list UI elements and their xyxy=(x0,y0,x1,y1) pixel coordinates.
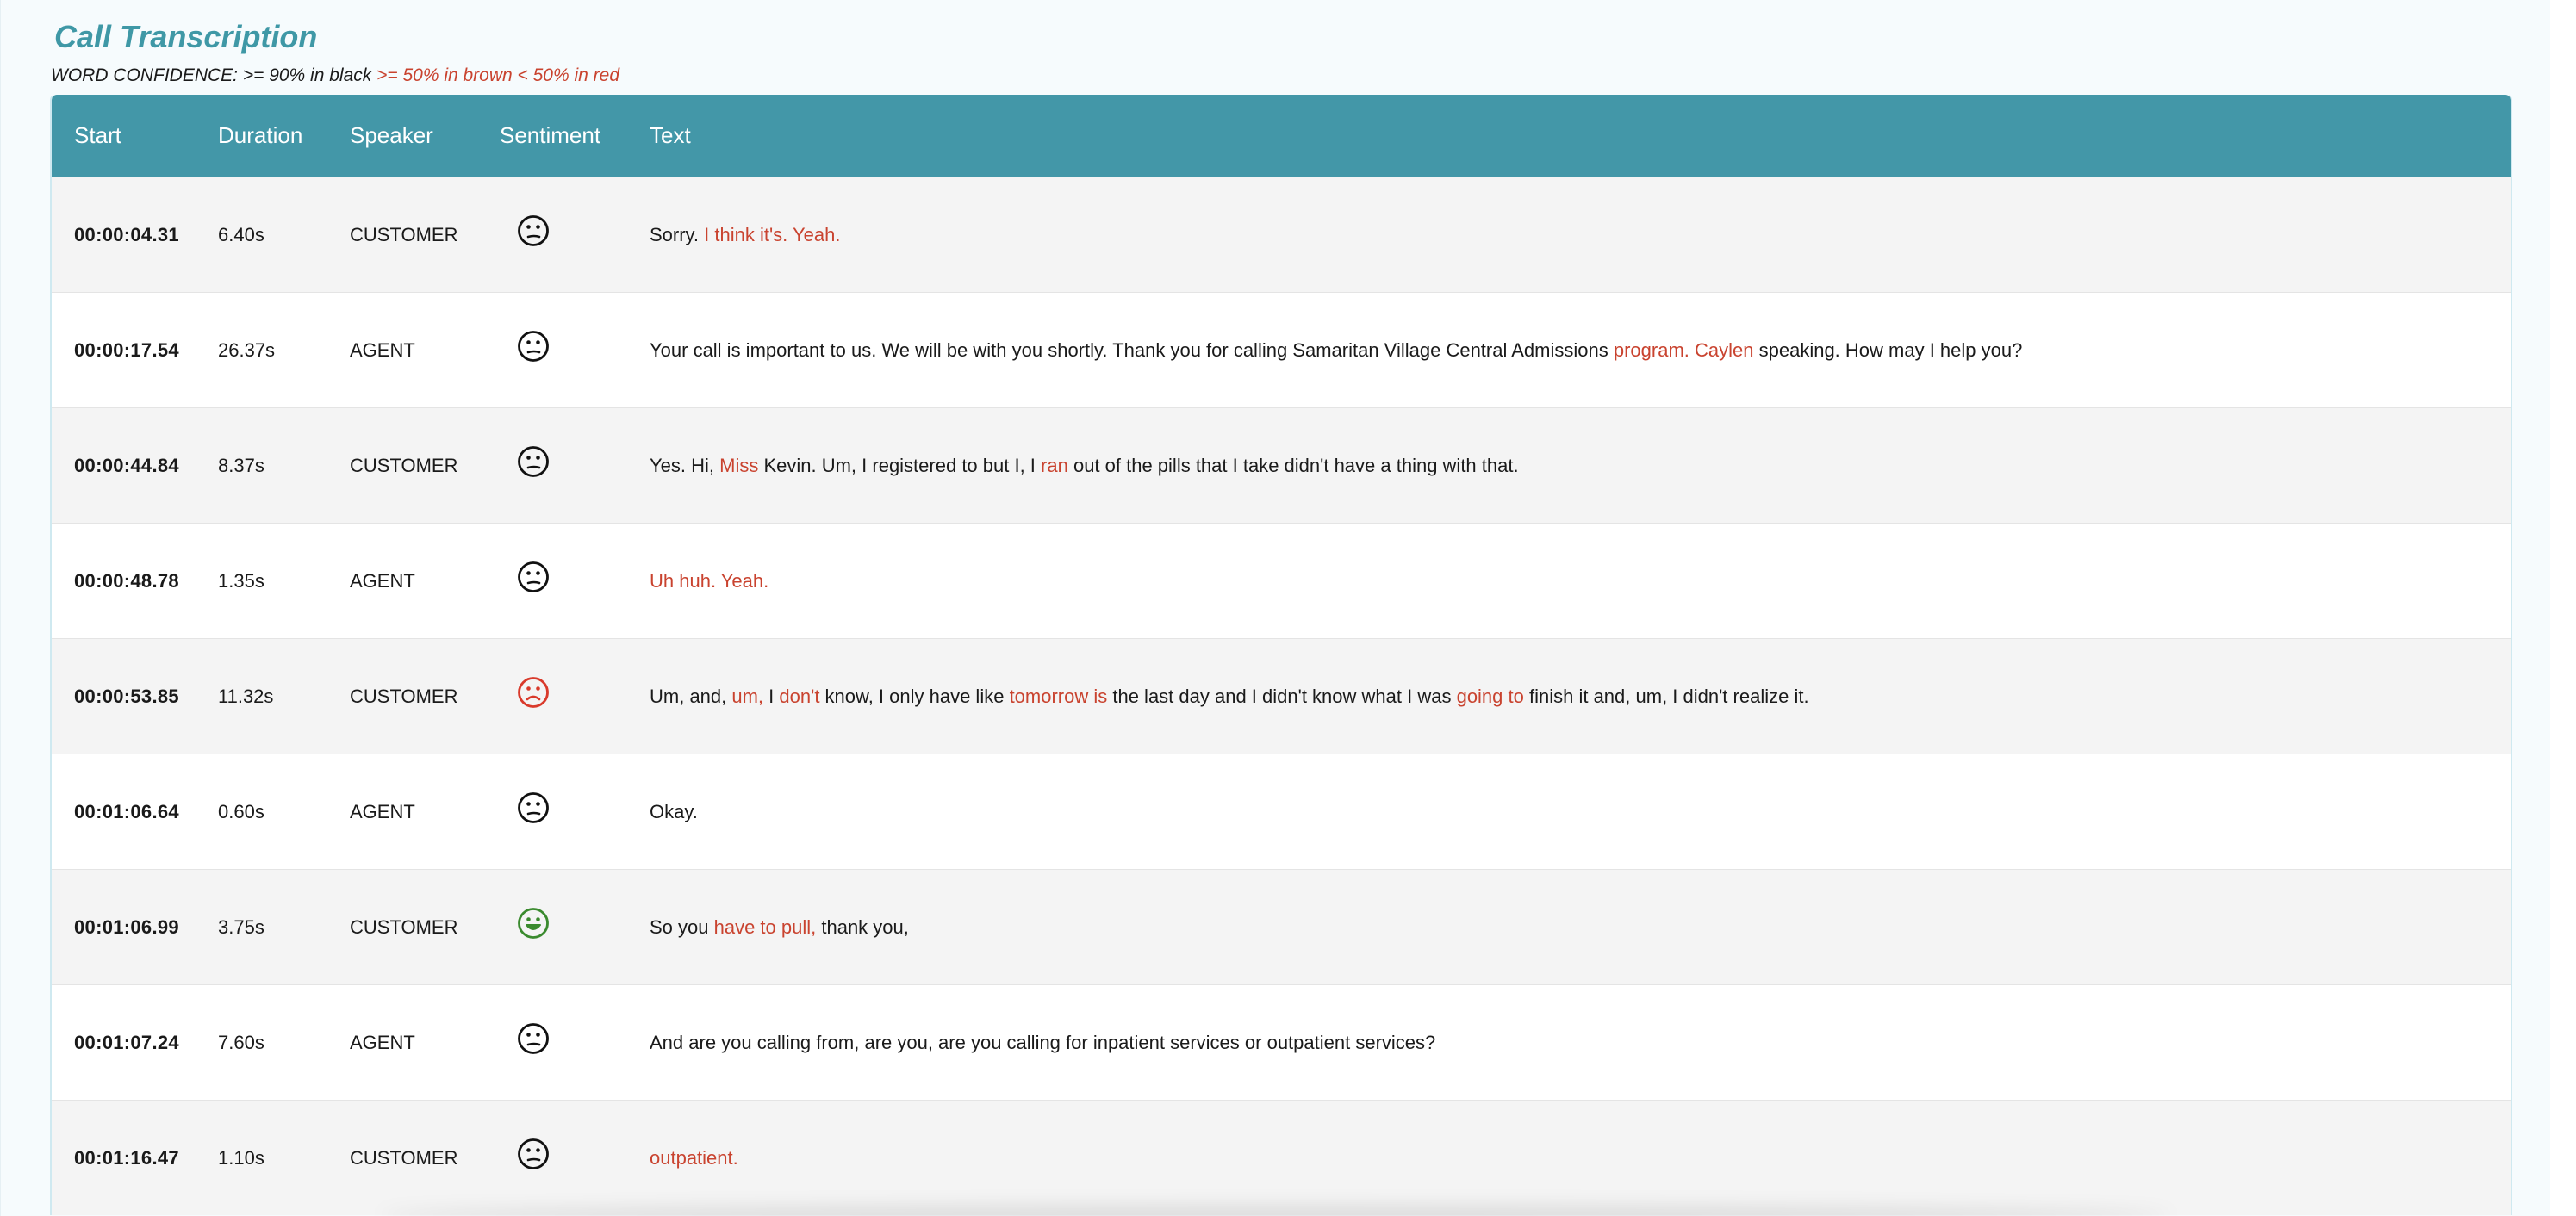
table-row[interactable]: 00:00:17.54 26.37s AGENT Your call is impor… xyxy=(52,292,2511,407)
transcript-text: Sorry. I think it's. Yeah. xyxy=(650,224,2511,246)
table-header: Start Duration Speaker Sentiment Text xyxy=(52,95,2511,177)
transcript-text: Your call is important to us. We will be… xyxy=(650,339,2511,362)
high-confidence-words: the last day and I didn't know what I wa… xyxy=(1107,685,1457,707)
table-row[interactable]: 00:01:07.24 7.60s AGENT And are you calling… xyxy=(52,984,2511,1100)
start-time: 00:01:07.24 xyxy=(74,1031,179,1053)
neutral-face-icon xyxy=(500,330,650,363)
low-confidence-words: outpatient. xyxy=(650,1146,738,1169)
low-confidence-words: um, xyxy=(731,685,764,707)
speaker: CUSTOMER xyxy=(350,454,458,476)
neutral-face-icon xyxy=(500,1138,650,1170)
low-confidence-words: I think it's. Yeah. xyxy=(704,223,841,245)
transcript-table: Start Duration Speaker Sentiment Text 00… xyxy=(50,95,2512,1215)
low-confidence-words: Uh huh. Yeah. xyxy=(650,569,769,592)
high-confidence-words: So you xyxy=(650,915,714,938)
transcription-page: Call Transcription WORD CONFIDENCE: >= 9… xyxy=(0,0,2550,1216)
table-row[interactable]: 00:01:06.64 0.60s AGENT Okay. xyxy=(52,754,2511,869)
table-row[interactable]: 00:00:44.84 8.37s CUSTOMER Yes. Hi, Miss Ke… xyxy=(52,407,2511,523)
start-time: 00:00:44.84 xyxy=(74,454,179,476)
high-confidence-words: out of the pills that I take didn't have… xyxy=(1067,454,1519,476)
duration: 8.37s xyxy=(218,454,264,476)
start-time: 00:00:17.54 xyxy=(74,338,179,361)
column-header-sentiment[interactable]: Sentiment xyxy=(500,122,650,149)
duration: 0.60s xyxy=(218,800,264,822)
duration: 11.32s xyxy=(218,685,274,707)
page-title: Call Transcription xyxy=(54,19,318,54)
high-confidence-words: I xyxy=(763,685,780,707)
low-confidence-words: program. Caylen xyxy=(1613,338,1754,361)
table-row[interactable]: 00:01:16.47 1.10s CUSTOMER outpatient. xyxy=(52,1100,2511,1215)
transcript-text: So you have to pull, thank you, xyxy=(650,916,2511,939)
table-body: 00:00:04.31 6.40s CUSTOMER Sorry. I think i… xyxy=(52,177,2511,1215)
table-row[interactable]: 00:00:53.85 11.32s CUSTOMER Um, and, um, I … xyxy=(52,638,2511,754)
high-confidence-words: Kevin. Um, I registered to but I, I xyxy=(758,454,1042,476)
duration: 6.40s xyxy=(218,223,264,245)
low-confidence-words: going to xyxy=(1456,685,1524,707)
start-time: 00:01:06.99 xyxy=(74,915,179,938)
column-header-start[interactable]: Start xyxy=(52,122,218,149)
start-time: 00:00:48.78 xyxy=(74,569,179,592)
neutral-face-icon xyxy=(500,445,650,478)
speaker: CUSTOMER xyxy=(350,915,458,938)
transcript-text: Uh huh. Yeah. xyxy=(650,570,2511,592)
high-confidence-words: Okay. xyxy=(650,800,698,822)
column-header-duration[interactable]: Duration xyxy=(218,122,350,149)
high-confidence-words: Yes. Hi, xyxy=(650,454,720,476)
low-confidence-words: Miss xyxy=(719,454,759,476)
high-confidence-words: Your call is important to us. We will be… xyxy=(650,338,1614,361)
speaker: AGENT xyxy=(350,338,415,361)
speaker: AGENT xyxy=(350,569,415,592)
column-header-speaker[interactable]: Speaker xyxy=(350,122,500,149)
speaker: CUSTOMER xyxy=(350,1146,458,1169)
high-confidence-words: know, I only have like xyxy=(819,685,1010,707)
speaker: CUSTOMER xyxy=(350,685,458,707)
column-header-text[interactable]: Text xyxy=(650,122,2511,149)
table-row[interactable]: 00:00:04.31 6.40s CUSTOMER Sorry. I think i… xyxy=(52,177,2511,292)
neutral-face-icon xyxy=(500,1022,650,1055)
high-confidence-words: speaking. How may I help you? xyxy=(1753,338,2023,361)
speaker: CUSTOMER xyxy=(350,223,458,245)
legend-low: >= 50% in brown < 50% in red xyxy=(376,65,620,85)
start-time: 00:00:04.31 xyxy=(74,223,179,245)
neutral-face-icon xyxy=(500,791,650,824)
speaker: AGENT xyxy=(350,800,415,822)
duration: 1.35s xyxy=(218,569,264,592)
neutral-face-icon xyxy=(500,561,650,593)
duration: 26.37s xyxy=(218,338,276,361)
high-confidence-words: thank you, xyxy=(816,915,909,938)
low-confidence-words: tomorrow is xyxy=(1009,685,1108,707)
transcript-text: outpatient. xyxy=(650,1147,2511,1169)
negative-face-icon xyxy=(500,676,650,709)
confidence-legend: WORD CONFIDENCE: >= 90% in black >= 50% … xyxy=(51,65,619,86)
high-confidence-words: Um, and, xyxy=(650,685,732,707)
start-time: 00:00:53.85 xyxy=(74,685,179,707)
duration: 1.10s xyxy=(218,1146,264,1169)
low-confidence-words: have to pull, xyxy=(713,915,817,938)
duration: 3.75s xyxy=(218,915,264,938)
table-row[interactable]: 00:01:06.99 3.75s CUSTOMER So you have to p… xyxy=(52,869,2511,984)
neutral-face-icon xyxy=(500,214,650,247)
transcript-text: Yes. Hi, Miss Kevin. Um, I registered to… xyxy=(650,455,2511,477)
transcript-text: And are you calling from, are you, are y… xyxy=(650,1032,2511,1054)
positive-face-icon xyxy=(500,907,650,940)
duration: 7.60s xyxy=(218,1031,264,1053)
speaker: AGENT xyxy=(350,1031,415,1053)
low-confidence-words: ran xyxy=(1041,454,1068,476)
start-time: 00:01:06.64 xyxy=(74,800,179,822)
transcript-text: Um, and, um, I don't know, I only have l… xyxy=(650,686,2511,708)
high-confidence-words: finish it and, um, I didn't realize it. xyxy=(1523,685,1809,707)
high-confidence-words: And are you calling from, are you, are y… xyxy=(650,1031,1436,1053)
table-row[interactable]: 00:00:48.78 1.35s AGENT Uh huh. Yeah. xyxy=(52,523,2511,638)
low-confidence-words: don't xyxy=(779,685,820,707)
start-time: 00:01:16.47 xyxy=(74,1146,179,1169)
legend-high: WORD CONFIDENCE: >= 90% in black xyxy=(51,65,377,85)
transcript-text: Okay. xyxy=(650,801,2511,823)
high-confidence-words: Sorry. xyxy=(650,223,705,245)
